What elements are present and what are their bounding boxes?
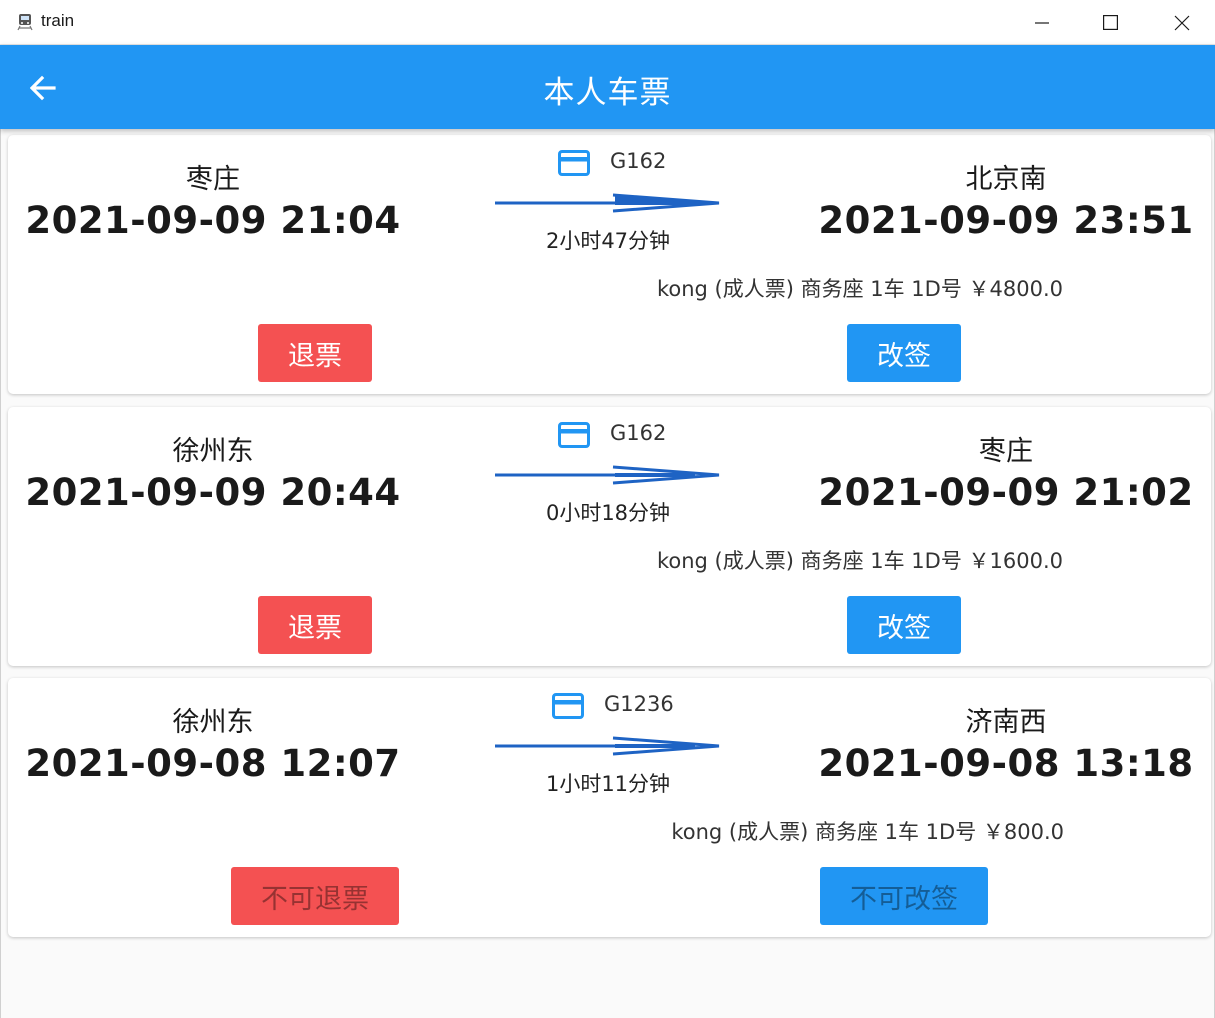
minimize-button[interactable] [1006, 0, 1078, 45]
train-info: G162 [548, 147, 748, 177]
direction-arrow-icon [495, 736, 721, 760]
ticket-card: 枣庄 2021-09-09 21:04 G162 2小时47分钟 北京南 202… [8, 135, 1211, 394]
refund-button-disabled[interactable]: 不可退票 [231, 867, 399, 925]
passenger-info: kong (成人票) 商务座 1车 1D号 ￥800.0 [671, 820, 1064, 844]
train-number: G1236 [604, 692, 674, 716]
train-number: G162 [610, 149, 667, 173]
credit-card-icon [558, 422, 590, 452]
departure-time: 2021-09-09 20:44 [25, 471, 401, 514]
close-icon [1174, 15, 1190, 30]
departure-station: 徐州东 [172, 707, 254, 738]
ticket-card: 徐州东 2021-09-08 12:07 G1236 1小时11分钟 济南西 2… [8, 678, 1211, 937]
departure-time: 2021-09-09 21:04 [25, 199, 401, 242]
train-info: G1236 [542, 690, 742, 720]
refund-button[interactable]: 退票 [258, 324, 372, 382]
ticket-list[interactable]: 枣庄 2021-09-09 21:04 G162 2小时47分钟 北京南 202… [0, 129, 1215, 1018]
trip-duration: 0小时18分钟 [545, 501, 671, 525]
change-ticket-button-disabled[interactable]: 不可改签 [820, 867, 988, 925]
train-info: G162 [548, 419, 748, 449]
window-titlebar: train [0, 0, 1215, 45]
credit-card-icon [558, 150, 590, 180]
change-ticket-button[interactable]: 改签 [847, 596, 961, 654]
app-bar: 本人车票 [0, 45, 1215, 129]
maximize-icon [1102, 15, 1118, 30]
train-number: G162 [610, 421, 667, 445]
refund-button[interactable]: 退票 [258, 596, 372, 654]
passenger-info: kong (成人票) 商务座 1车 1D号 ￥1600.0 [656, 549, 1063, 573]
departure-station: 徐州东 [172, 436, 254, 467]
arrival-time: 2021-09-09 21:02 [818, 471, 1194, 514]
departure-station: 枣庄 [186, 164, 240, 195]
arrival-station: 济南西 [965, 707, 1047, 738]
arrival-time: 2021-09-09 23:51 [818, 199, 1194, 242]
passenger-info: kong (成人票) 商务座 1车 1D号 ￥4800.0 [656, 277, 1063, 301]
arrival-station: 北京南 [965, 164, 1047, 195]
close-button[interactable] [1146, 0, 1215, 45]
arrival-time: 2021-09-08 13:18 [818, 742, 1194, 785]
arrival-station: 枣庄 [979, 436, 1033, 467]
trip-duration: 1小时11分钟 [545, 772, 671, 796]
credit-card-icon [552, 693, 584, 723]
minimize-icon [1035, 21, 1049, 24]
maximize-button[interactable] [1074, 0, 1146, 45]
departure-time: 2021-09-08 12:07 [25, 742, 401, 785]
train-app-icon [16, 13, 34, 31]
page-title: 本人车票 [543, 75, 672, 111]
direction-arrow-icon [495, 193, 721, 217]
window-title: train [41, 11, 75, 30]
trip-duration: 2小时47分钟 [545, 229, 671, 253]
ticket-card: 徐州东 2021-09-09 20:44 G162 0小时18分钟 枣庄 202… [8, 407, 1211, 666]
change-ticket-button[interactable]: 改签 [847, 324, 961, 382]
direction-arrow-icon [495, 465, 721, 489]
